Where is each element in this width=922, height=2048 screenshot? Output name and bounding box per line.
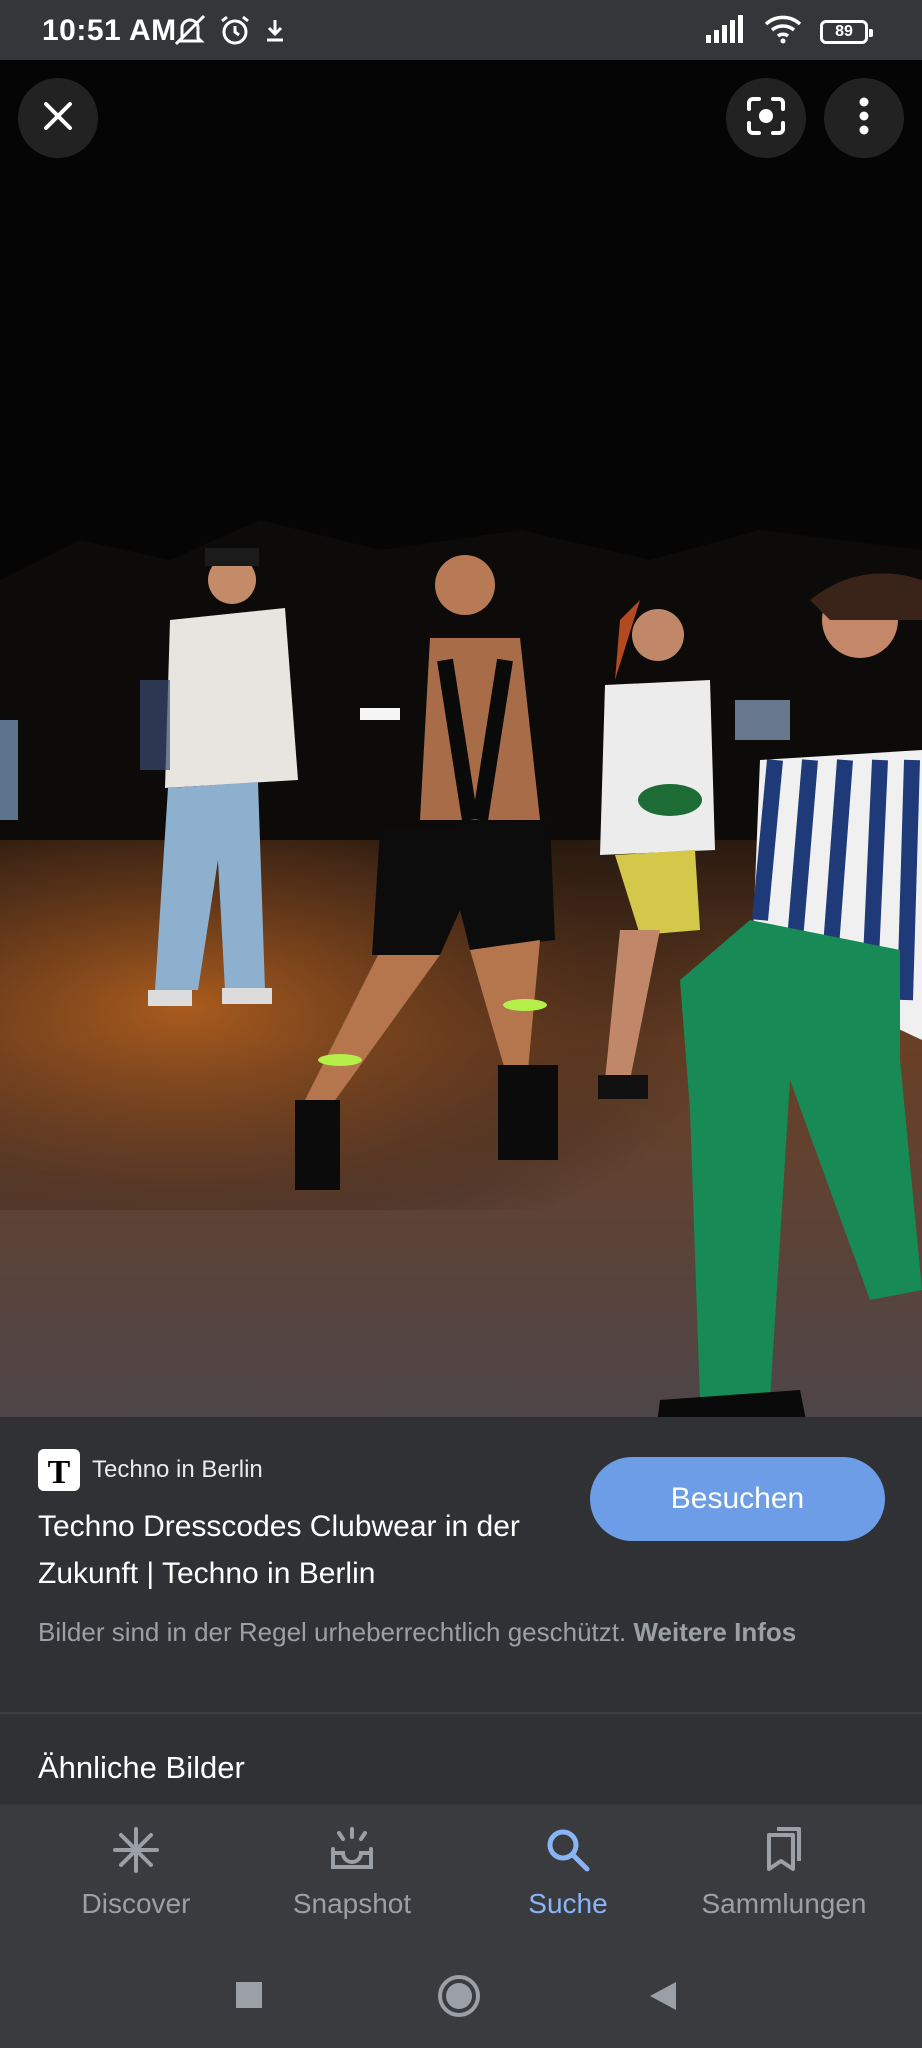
divider bbox=[0, 1712, 922, 1714]
copyright-text: Bilder sind in der Regel urheberrechtlic… bbox=[38, 1617, 627, 1647]
signal-icon bbox=[706, 15, 746, 48]
collections-icon bbox=[759, 1825, 809, 1880]
alarm-icon bbox=[218, 14, 252, 51]
search-icon bbox=[543, 1825, 593, 1880]
recents-button[interactable] bbox=[234, 1980, 264, 2015]
more-vert-icon bbox=[858, 96, 870, 141]
source-favicon: T bbox=[38, 1449, 80, 1491]
result-image[interactable] bbox=[0, 60, 922, 1417]
back-button[interactable] bbox=[648, 1980, 678, 2017]
result-title[interactable]: Techno Dresscodes Clubwear in der Zukunf… bbox=[38, 1503, 578, 1597]
battery-level: 89 bbox=[835, 22, 853, 40]
result-info-panel: T Techno in Berlin Techno Dresscodes Clu… bbox=[0, 1417, 922, 1713]
wifi-icon bbox=[764, 14, 802, 49]
nav-item-discover[interactable]: Discover bbox=[36, 1825, 236, 1920]
nav-label-collections: Sammlungen bbox=[701, 1888, 867, 1919]
system-nav-bar bbox=[0, 1960, 922, 2048]
back-icon bbox=[650, 1982, 676, 2010]
home-button[interactable] bbox=[437, 1974, 481, 2023]
mute-icon bbox=[172, 14, 208, 51]
discover-icon bbox=[111, 1825, 161, 1880]
lens-button[interactable] bbox=[726, 78, 806, 158]
download-icon bbox=[262, 14, 288, 51]
similar-images-heading: Ähnliche Bilder bbox=[38, 1750, 245, 1785]
source-row[interactable]: T Techno in Berlin bbox=[38, 1449, 263, 1491]
nav-item-snapshot[interactable]: Snapshot bbox=[252, 1825, 452, 1920]
favicon-letter: T bbox=[48, 1454, 71, 1487]
nav-item-search[interactable]: Suche bbox=[468, 1825, 668, 1920]
home-icon bbox=[438, 1975, 480, 2017]
recents-icon bbox=[236, 1982, 262, 2008]
nav-label-discover: Discover bbox=[81, 1888, 191, 1919]
more-info-link[interactable]: Weitere Infos bbox=[633, 1617, 796, 1647]
nav-label-snapshot: Snapshot bbox=[292, 1888, 412, 1919]
more-options-button[interactable] bbox=[824, 78, 904, 158]
source-name: Techno in Berlin bbox=[92, 1456, 263, 1483]
lens-icon bbox=[745, 95, 787, 142]
status-bar: 10:51 AM 89 bbox=[0, 0, 922, 60]
bottom-nav: Discover Snapshot Suche Sammlungen bbox=[0, 1805, 922, 1960]
nav-item-collections[interactable]: Sammlungen bbox=[684, 1825, 884, 1920]
close-button[interactable] bbox=[18, 78, 98, 158]
snapshot-icon bbox=[327, 1825, 377, 1880]
status-time: 10:51 AM bbox=[42, 14, 177, 47]
nav-label-search: Suche bbox=[528, 1888, 608, 1919]
copyright-notice: Bilder sind in der Regel urheberrechtlic… bbox=[38, 1613, 888, 1651]
close-icon bbox=[40, 98, 76, 139]
visit-button[interactable]: Besuchen bbox=[590, 1457, 885, 1541]
battery-icon: 89 bbox=[820, 19, 873, 44]
